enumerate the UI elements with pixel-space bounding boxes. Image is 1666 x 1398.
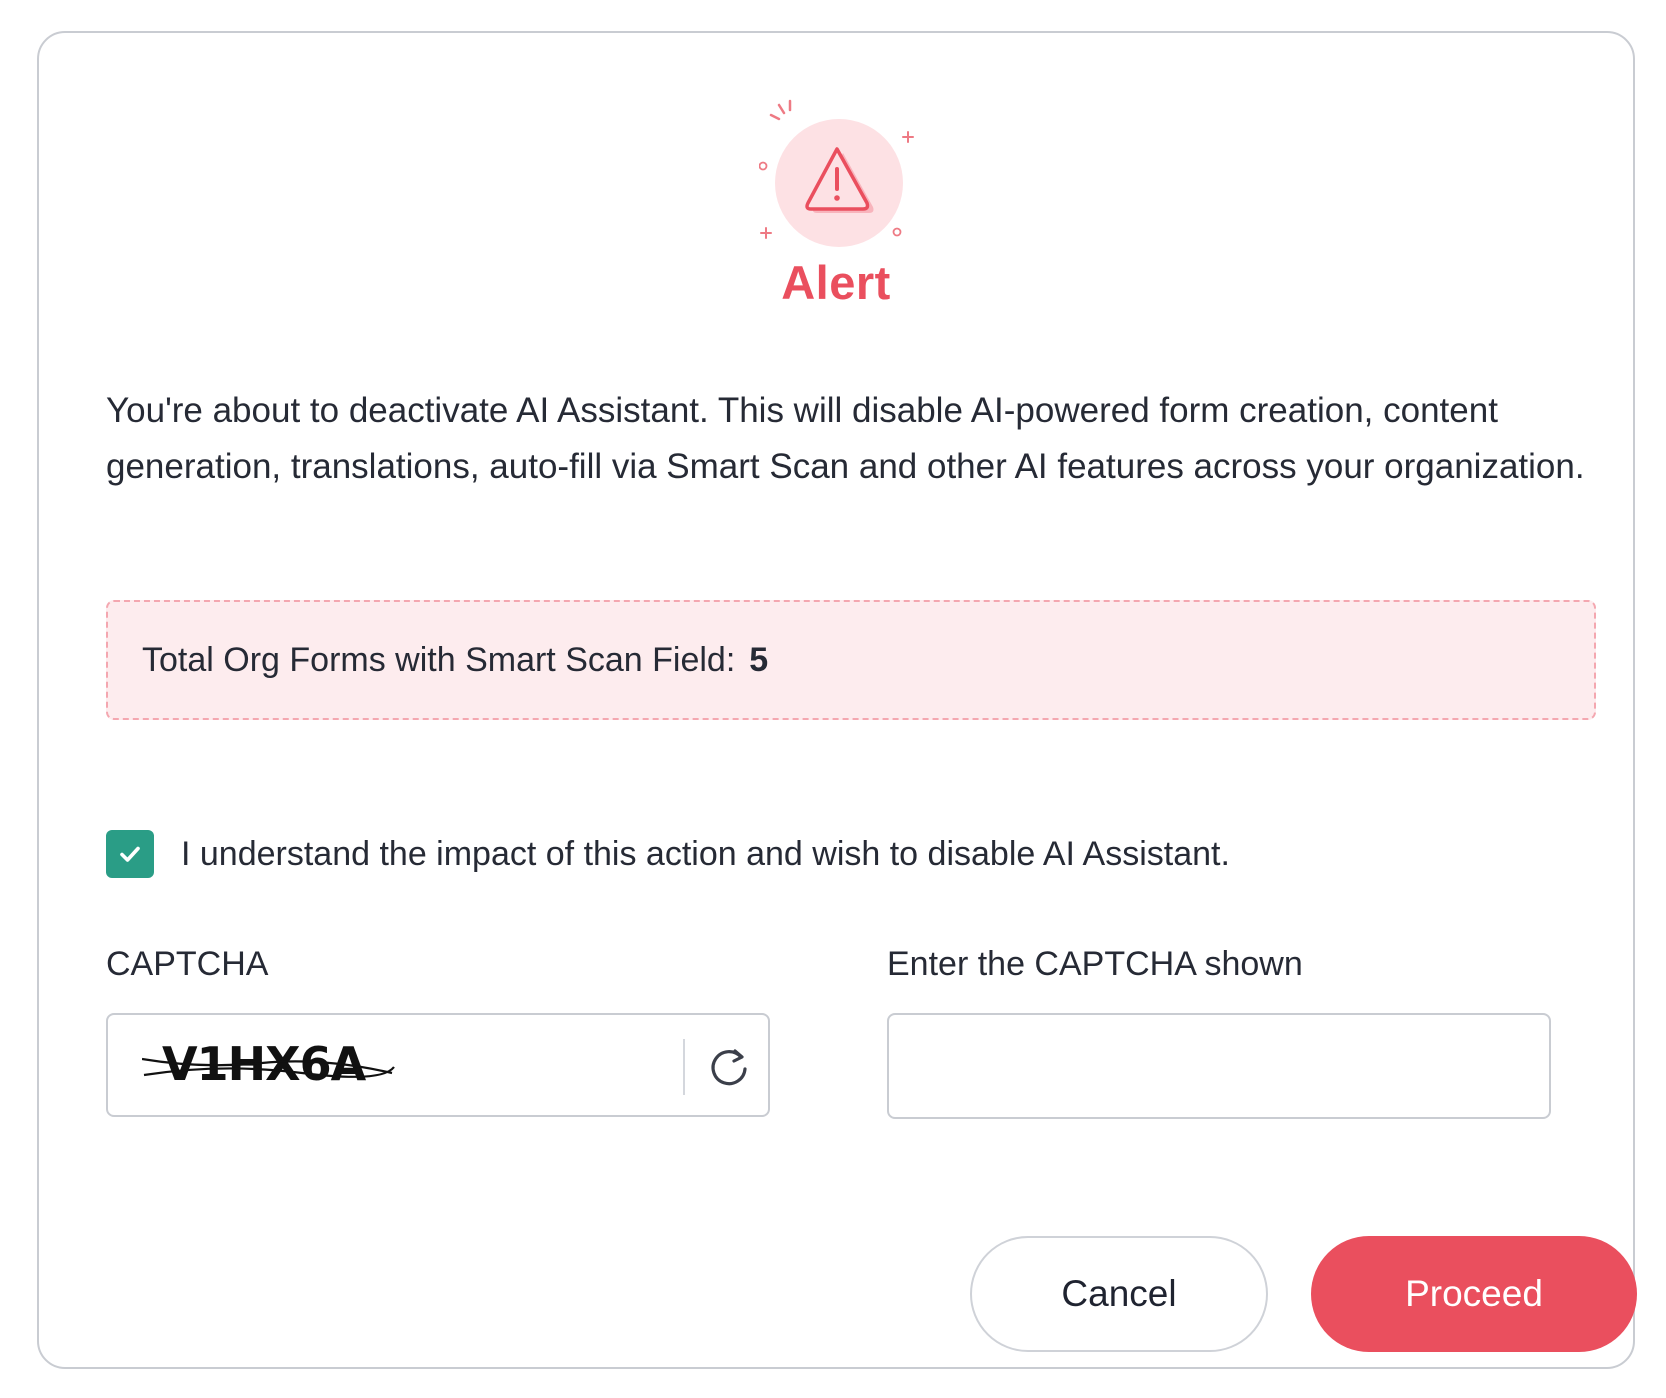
captcha-image: V1HX6A	[142, 1033, 422, 1099]
dialog-title: Alert	[781, 256, 891, 309]
cancel-button[interactable]: Cancel	[970, 1236, 1268, 1352]
alert-dialog: Alert You're about to deactivate AI Assi…	[37, 31, 1637, 1369]
consent-checkbox[interactable]	[106, 830, 154, 878]
smart-scan-forms-info: Total Org Forms with Smart Scan Field: 5	[106, 600, 1596, 720]
captcha-input[interactable]	[887, 1013, 1551, 1119]
consent-label[interactable]: I understand the impact of this action a…	[181, 835, 1230, 874]
checkmark-icon	[120, 846, 140, 862]
captcha-divider	[683, 1039, 685, 1095]
refresh-icon[interactable]	[705, 1043, 753, 1091]
captcha-noise-lines	[142, 1057, 395, 1078]
warning-message: You're about to deactivate AI Assistant.…	[106, 391, 1585, 486]
info-label: Total Org Forms with Smart Scan Field:	[142, 640, 736, 679]
captcha-input-label: Enter the CAPTCHA shown	[887, 945, 1303, 983]
captcha-label: CAPTCHA	[106, 945, 269, 983]
captcha-display: V1HX6A	[106, 1013, 770, 1117]
forms-count: 5	[749, 640, 769, 679]
consent-row: I understand the impact of this action a…	[106, 830, 1230, 878]
proceed-button[interactable]: Proceed	[1311, 1236, 1637, 1352]
